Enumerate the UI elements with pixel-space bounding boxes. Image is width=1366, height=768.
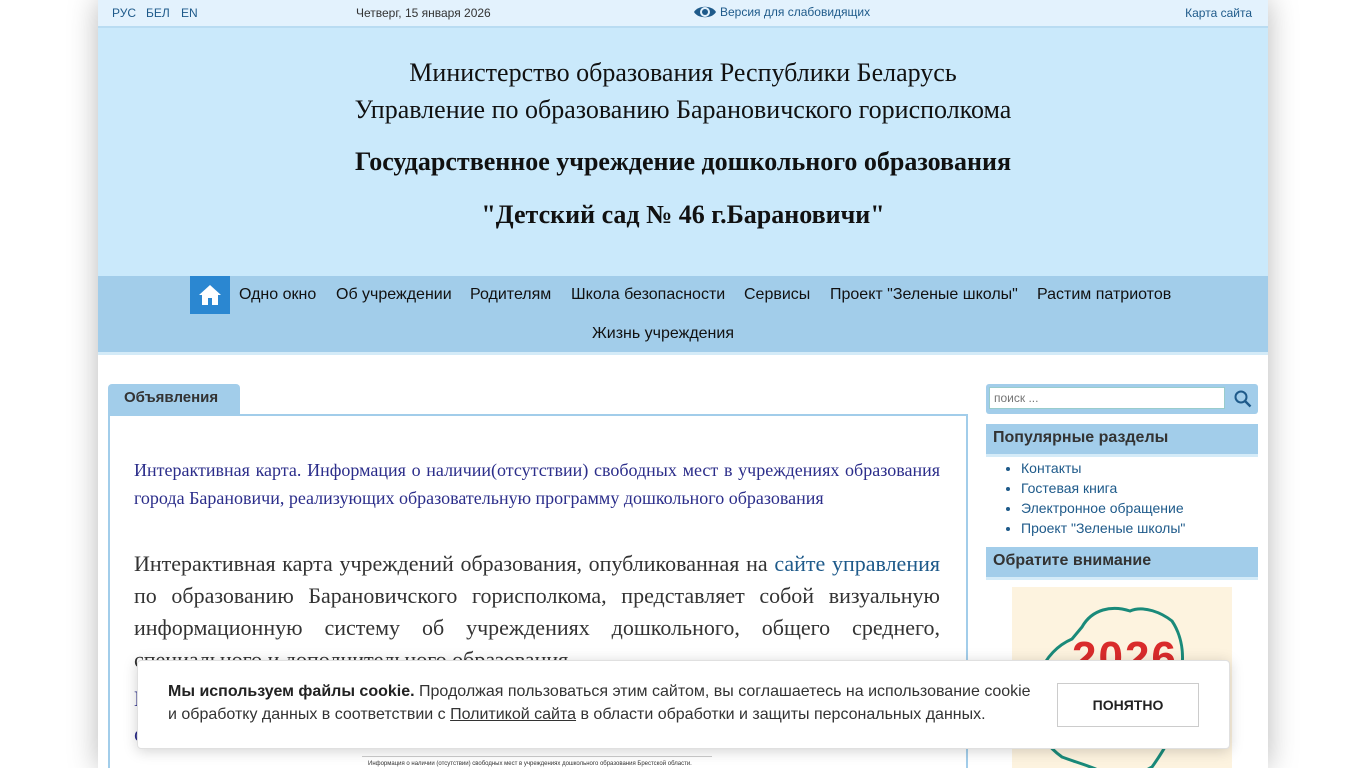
popular-item-e-appeal[interactable]: Электронное обращение: [1021, 498, 1185, 518]
site-header: Министерство образования Республики Бела…: [98, 28, 1268, 276]
cookie-accept-button[interactable]: ПОНЯТНО: [1057, 683, 1199, 727]
article-paragraph: Интерактивная карта учреждений образован…: [134, 548, 940, 676]
ministry-title: Министерство образования Республики Бела…: [409, 58, 957, 87]
top-bar: РУС БЕЛ EN Четверг, 15 января 2026 Верси…: [98, 0, 1268, 28]
search-input[interactable]: [989, 387, 1225, 409]
site-policy-link[interactable]: Политикой сайта: [450, 706, 576, 723]
attention-title: Обратите внимание: [986, 547, 1258, 580]
eye-icon: [694, 6, 716, 18]
popular-item-guestbook[interactable]: Гостевая книга: [1021, 478, 1185, 498]
popular-item-green-schools[interactable]: Проект "Зеленые школы": [1021, 518, 1185, 538]
institution-type-title: Государственное учреждение дошкольного о…: [354, 147, 1012, 176]
tab-announcements-label: Объявления: [124, 389, 219, 406]
home-button[interactable]: [190, 276, 230, 314]
nav-item-patriots[interactable]: Растим патриотов: [1037, 286, 1171, 304]
nav-item-parents[interactable]: Родителям: [470, 286, 551, 304]
popular-item-contacts[interactable]: Контакты: [1021, 458, 1185, 478]
paragraph-text-end: по образованию Барановичского горисполко…: [134, 583, 940, 672]
home-icon: [199, 285, 221, 305]
institution-name-title: "Детский сад № 46 г.Барановичи": [481, 200, 885, 229]
attention-label: Обратите внимание: [993, 552, 1152, 569]
tab-announcements[interactable]: Объявления: [108, 384, 240, 414]
popular-sections-title: Популярные разделы: [986, 424, 1258, 457]
popular-sections-list: Контакты Гостевая книга Электронное обра…: [1003, 458, 1185, 538]
sitemap-link[interactable]: Карта сайта: [1185, 6, 1252, 20]
main-nav: Одно окно Об учреждении Родителям Школа …: [98, 276, 1268, 355]
nav-item-safety-school[interactable]: Школа безопасности: [571, 286, 725, 304]
nav-item-life[interactable]: Жизнь учреждения: [592, 325, 734, 343]
article-title-link[interactable]: Интерактивная карта. Информация о наличи…: [134, 456, 940, 512]
lang-ru-link[interactable]: РУС: [112, 6, 136, 20]
department-site-link[interactable]: сайте управления: [774, 551, 940, 576]
cookie-heading: Мы используем файлы cookie.: [168, 683, 415, 700]
cookie-text-2: в области обработки и защиты персональны…: [576, 706, 986, 723]
paragraph-text-start: Интерактивная карта учреждений образован…: [134, 551, 775, 576]
lang-be-link[interactable]: БЕЛ: [146, 6, 170, 20]
nav-item-services[interactable]: Сервисы: [744, 286, 810, 304]
info-table-image: Информация о наличии (отсутствии) свобод…: [362, 756, 712, 768]
cookie-banner: Мы используем файлы cookie. Продолжая по…: [137, 660, 1230, 749]
search-icon: [1234, 390, 1252, 408]
info-table-caption: Информация о наличии (отсутствии) свобод…: [368, 761, 692, 767]
search-button[interactable]: [1230, 386, 1256, 412]
department-title: Управление по образованию Барановичского…: [354, 95, 1012, 124]
nav-item-green-schools[interactable]: Проект "Зеленые школы": [830, 286, 1018, 304]
page: РУС БЕЛ EN Четверг, 15 января 2026 Верси…: [98, 0, 1268, 768]
cookie-text: Мы используем файлы cookie. Продолжая по…: [168, 680, 1038, 726]
accessibility-version-label: Версия для слабовидящих: [720, 5, 871, 19]
nav-item-about[interactable]: Об учреждении: [336, 286, 452, 304]
popular-sections-label: Популярные разделы: [993, 429, 1169, 446]
search-box: [986, 384, 1258, 414]
nav-item-one-window[interactable]: Одно окно: [239, 286, 316, 304]
accessibility-version-link[interactable]: Версия для слабовидящих: [693, 3, 870, 21]
current-date: Четверг, 15 января 2026: [356, 6, 491, 20]
lang-en-link[interactable]: EN: [181, 6, 198, 20]
